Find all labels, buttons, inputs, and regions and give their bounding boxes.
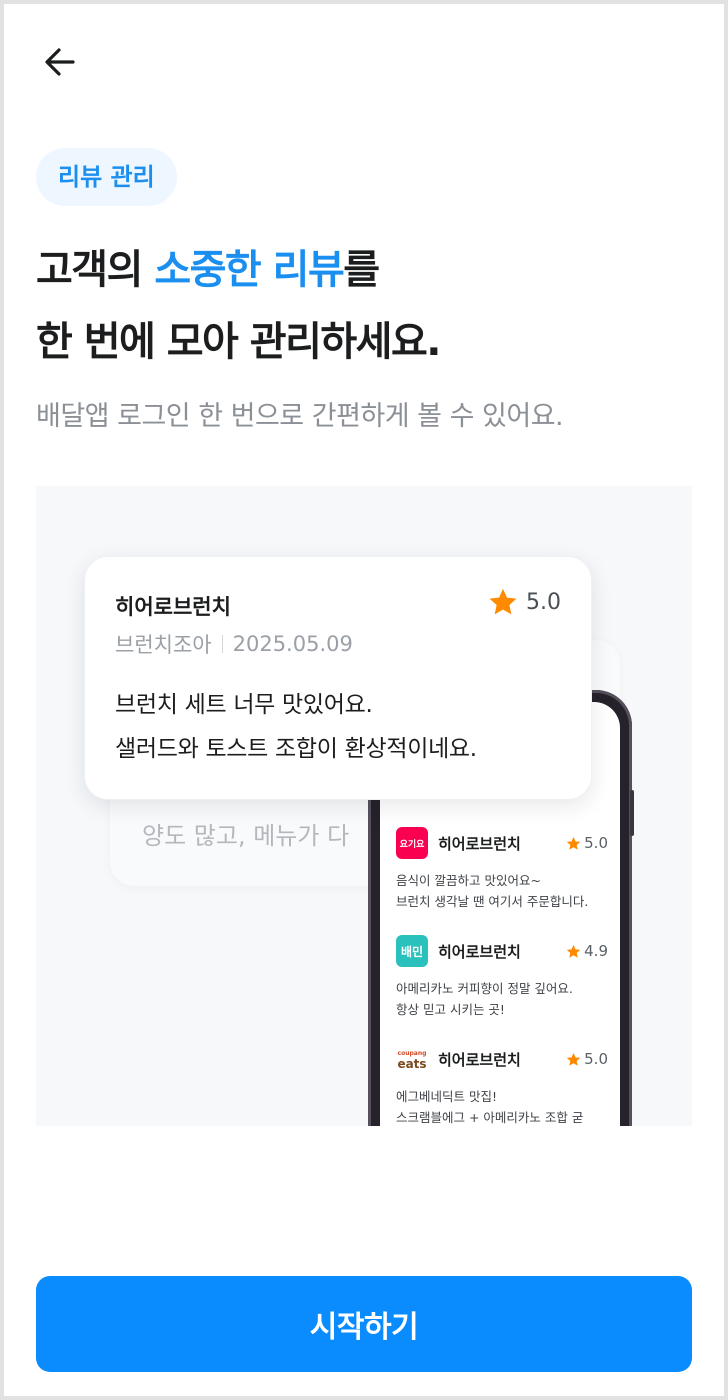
list-rating: 5.0 — [566, 834, 608, 852]
list-rating-value: 5.0 — [584, 834, 608, 852]
phone-side-button — [630, 790, 634, 836]
list-review-text: 아메리카노 커피향이 정말 깊어요. 항상 믿고 시키는 곳! — [396, 978, 608, 1020]
list-review-line: 스크램블에그 + 아메리카노 조합 굳 — [396, 1110, 584, 1125]
featured-review-card: 히어로브런치 5.0 브런치조아 2025.05.09 브런치 세트 너무 맛있… — [84, 556, 592, 800]
list-review-text: 음식이 깔끔하고 맛있어요~ 브런치 생각날 땐 여기서 주문합니다. — [396, 870, 608, 912]
page-title: 고객의 소중한 리뷰를 한 번에 모아 관리하세요. — [36, 234, 441, 378]
title-line1-suffix: 를 — [343, 247, 380, 293]
list-store-name: 히어로브런치 — [438, 942, 521, 961]
review-line: 샐러드와 토스트 조합이 환상적이네요. — [115, 736, 477, 762]
list-item: coupang eats 히어로브런치 5.0 에그베네딕트 맛집! 스크램블에… — [396, 1042, 608, 1126]
back-button[interactable] — [36, 38, 84, 86]
title-line1-prefix: 고객의 — [36, 247, 155, 293]
star-icon — [566, 1052, 581, 1066]
app-logo-text: 배민 — [400, 944, 424, 959]
yogiyo-logo-icon: 요기요 — [396, 827, 428, 859]
list-rating: 5.0 — [566, 1050, 608, 1068]
list-rating-value: 5.0 — [584, 1050, 608, 1068]
review-store-name: 히어로브런치 — [115, 595, 231, 619]
arrow-left-icon — [45, 48, 75, 76]
list-review-line: 음식이 깔끔하고 맛있어요~ — [396, 873, 541, 888]
review-date: 2025.05.09 — [232, 632, 353, 656]
list-item: 요기요 히어로브런치 5.0 음식이 깔끔하고 맛있어요~ 브런치 생각날 땐 … — [396, 826, 608, 912]
list-store-name: 히어로브런치 — [438, 834, 521, 853]
review-author: 브런치조아 — [115, 633, 212, 657]
review-rating: 5.0 — [488, 587, 561, 617]
meta-divider — [221, 635, 223, 653]
background-review-text: 양도 많고, 메뉴가 다 — [142, 822, 350, 850]
star-icon — [566, 944, 581, 958]
star-icon — [489, 588, 517, 615]
start-button[interactable]: 시작하기 — [36, 1276, 692, 1372]
title-line2: 한 번에 모아 관리하세요. — [36, 319, 441, 365]
review-rating-value: 5.0 — [526, 589, 561, 615]
review-line: 브런치 세트 너무 맛있어요. — [115, 692, 373, 718]
app-logo-text: eats — [397, 1057, 427, 1071]
list-rating-value: 4.9 — [584, 942, 608, 960]
list-review-line: 항상 믿고 시키는 곳! — [396, 1002, 505, 1017]
list-item: 배민 히어로브런치 4.9 아메리카노 커피향이 정말 깊어요. 항상 믿고 시… — [396, 934, 608, 1020]
review-illustration: 양도 많고, 메뉴가 다 요기요 히어로브런치 5.0 음식이 깔끔하고 맛있어… — [36, 486, 692, 1126]
list-review-line: 에그베네딕트 맛집! — [396, 1089, 497, 1104]
baemin-logo-icon: 배민 — [396, 935, 428, 967]
list-review-text: 에그베네딕트 맛집! 스크램블에그 + 아메리카노 조합 굳 — [396, 1086, 608, 1126]
list-review-line: 브런치 생각날 땐 여기서 주문합니다. — [396, 894, 589, 909]
list-store-name: 히어로브런치 — [438, 1050, 521, 1069]
star-icon — [566, 836, 581, 850]
coupang-eats-logo-icon: coupang eats — [396, 1043, 428, 1075]
review-body: 브런치 세트 너무 맛있어요. 샐러드와 토스트 조합이 환상적이네요. — [115, 683, 477, 771]
list-review-line: 아메리카노 커피향이 정말 깊어요. — [396, 981, 573, 996]
page-subtitle: 배달앱 로그인 한 번으로 간편하게 볼 수 있어요. — [36, 401, 564, 432]
app-logo-text: 요기요 — [399, 839, 425, 850]
title-accent: 소중한 리뷰 — [154, 247, 344, 293]
phone-review-list: 요기요 히어로브런치 5.0 음식이 깔끔하고 맛있어요~ 브런치 생각날 땐 … — [396, 826, 608, 1126]
review-meta: 브런치조아 2025.05.09 — [115, 629, 353, 659]
category-badge: 리뷰 관리 — [36, 148, 177, 206]
list-rating: 4.9 — [566, 942, 608, 960]
